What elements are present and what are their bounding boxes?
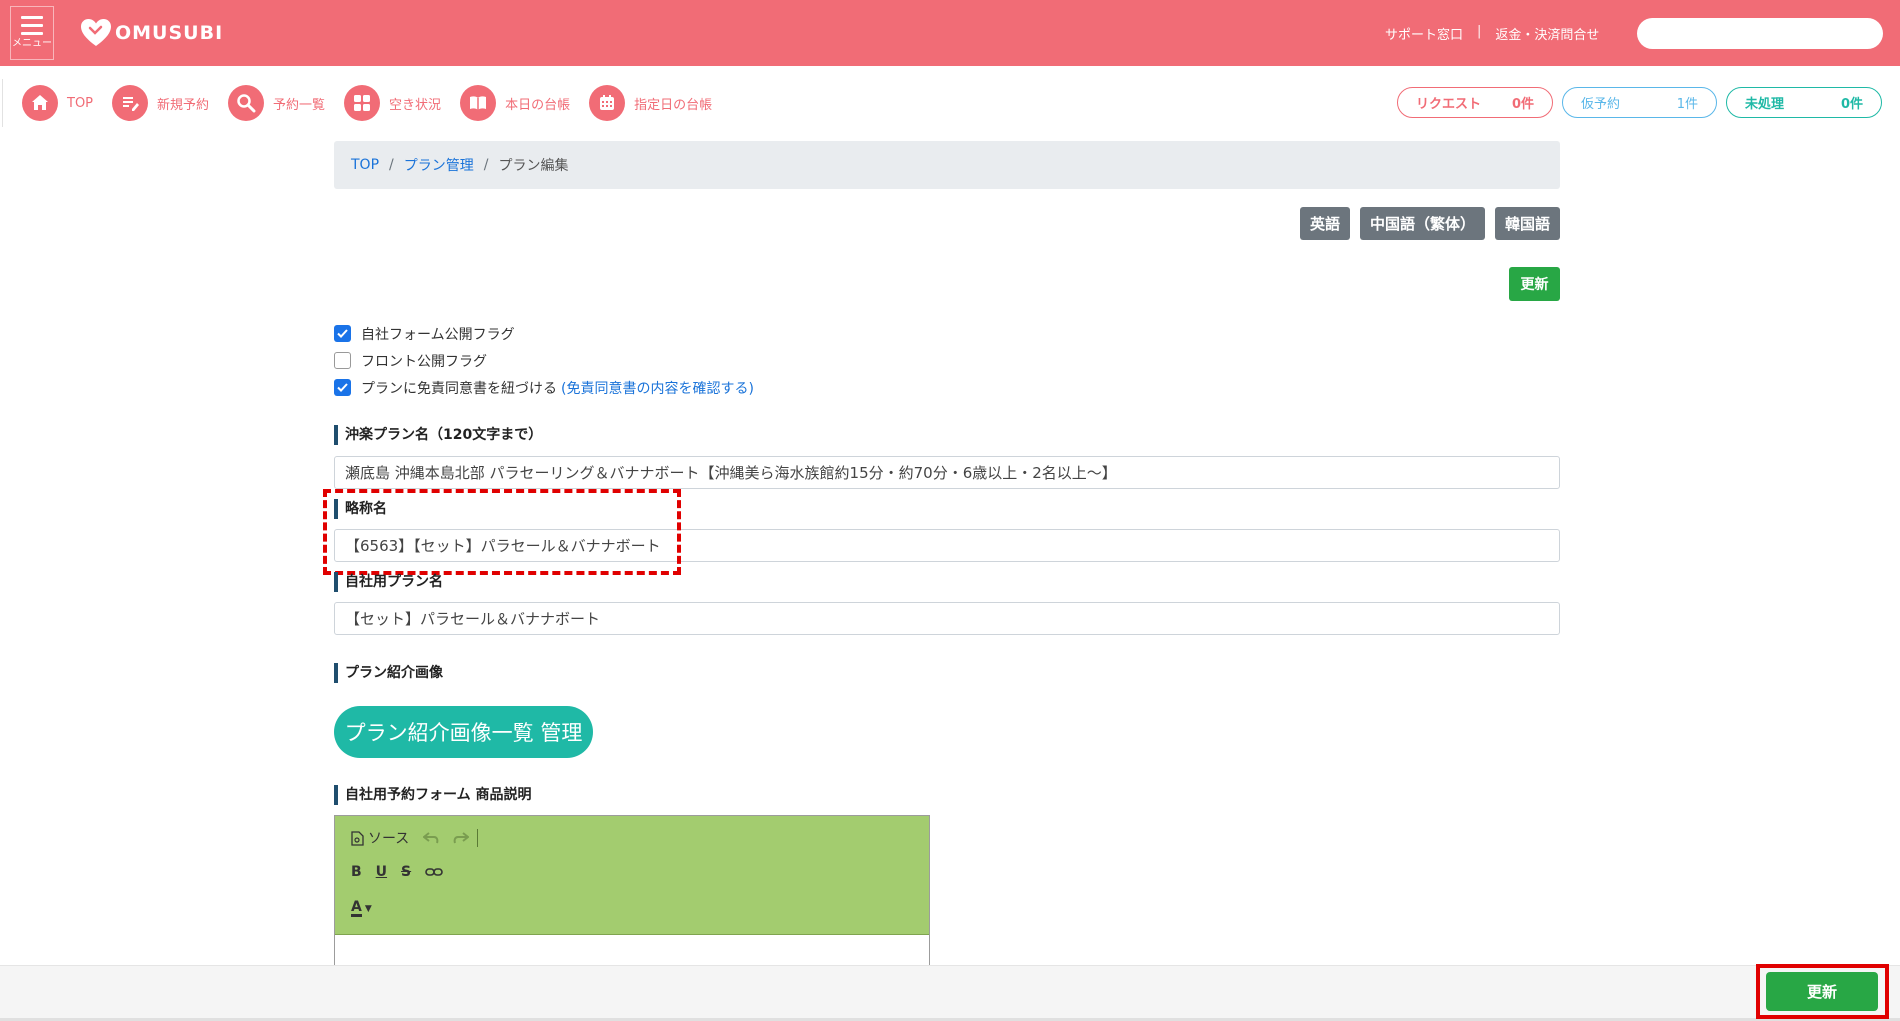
nav-item-new-reservation[interactable]: 新規予約 bbox=[112, 85, 209, 121]
short-name-label: 略称名 bbox=[334, 499, 387, 519]
breadcrumb-separator: / bbox=[389, 157, 394, 173]
provisional-count: 1件 bbox=[1676, 97, 1698, 112]
link-icon[interactable] bbox=[425, 867, 443, 877]
breadcrumb-top[interactable]: TOP bbox=[351, 157, 379, 173]
home-icon bbox=[22, 85, 58, 121]
front-public-flag[interactable]: フロント公開フラグ bbox=[334, 347, 754, 374]
provisional-pill[interactable]: 仮予約 1件 bbox=[1562, 87, 1717, 118]
nav-label-top: TOP bbox=[67, 95, 94, 111]
header-search-input[interactable] bbox=[1637, 18, 1883, 49]
nav-label-reservation-list: 予約一覧 bbox=[273, 97, 326, 113]
image-list-manage-button[interactable]: プラン紹介画像一覧 管理 bbox=[334, 706, 593, 758]
main-nav: TOP 新規予約 予約一覧 空き状況 本日の台帳 指定日の台帳 bbox=[22, 85, 731, 121]
plan-name-input[interactable]: 瀬底島 沖縄本島北部 パラセーリング＆バナナボート【沖縄美ら海水族館約15分・約… bbox=[334, 456, 1560, 489]
search-icon bbox=[228, 85, 265, 121]
checkbox-label: フロント公開フラグ bbox=[361, 353, 487, 370]
checkbox-unchecked-icon[interactable] bbox=[334, 352, 351, 369]
checkbox-label: 自社フォーム公開フラグ bbox=[361, 326, 515, 343]
refund-link[interactable]: 返金・決済問合せ bbox=[1495, 24, 1599, 43]
update-button-top[interactable]: 更新 bbox=[1509, 267, 1560, 301]
new-reservation-icon bbox=[112, 85, 149, 121]
book-icon bbox=[460, 85, 497, 121]
update-button-bottom[interactable]: 更新 bbox=[1766, 972, 1878, 1011]
source-label: ソース bbox=[368, 831, 410, 847]
breadcrumb-current: プラン編集 bbox=[498, 158, 569, 174]
nav-item-top[interactable]: TOP bbox=[22, 85, 93, 121]
menu-label: メニュー bbox=[12, 38, 52, 49]
plan-name-label: 沖楽プラン名（120文字まで） bbox=[334, 425, 542, 445]
waiver-link-flag[interactable]: プランに免責同意書を紐づける (免責同意書の内容を確認する) bbox=[334, 374, 754, 401]
source-button[interactable]: ソース bbox=[351, 828, 409, 848]
redo-icon[interactable] bbox=[453, 832, 470, 844]
rich-text-editor: ソース B U S A ▼ bbox=[334, 815, 930, 965]
bold-button[interactable]: B bbox=[351, 864, 362, 880]
breadcrumb: TOP / プラン管理 / プラン編集 bbox=[334, 141, 1560, 189]
plan-image-label: プラン紹介画像 bbox=[334, 663, 443, 683]
breadcrumb-plan-management[interactable]: プラン管理 bbox=[404, 155, 474, 175]
nav-item-reservation-list[interactable]: 予約一覧 bbox=[228, 85, 325, 121]
english-button[interactable]: 英語 bbox=[1299, 207, 1350, 240]
top-header: メニュー OMUSUBI サポート窓口 | 返金・決済問合せ bbox=[0, 0, 1900, 66]
breadcrumb-separator: / bbox=[483, 157, 489, 173]
description-label: 自社用予約フォーム 商品説明 bbox=[334, 785, 531, 805]
nav-item-date-ledger[interactable]: 指定日の台帳 bbox=[589, 85, 712, 121]
font-color-button[interactable]: A ▼ bbox=[351, 900, 372, 917]
own-plan-name-input[interactable]: 【セット】パラセール＆バナナボート bbox=[334, 602, 1560, 635]
source-icon bbox=[351, 830, 364, 846]
unprocessed-label: 未処理 bbox=[1745, 97, 1785, 112]
toolbar-divider bbox=[477, 829, 479, 847]
calendar-icon bbox=[589, 85, 626, 121]
status-pills: リクエスト 0件 仮予約 1件 未処理 0件 bbox=[1397, 87, 1882, 118]
unprocessed-pill[interactable]: 未処理 0件 bbox=[1726, 87, 1882, 118]
hamburger-icon bbox=[21, 16, 43, 35]
omusubi-logo[interactable]: OMUSUBI bbox=[80, 18, 223, 48]
flag-checkboxes: 自社フォーム公開フラグ フロント公開フラグ プランに免責同意書を紐づける (免責… bbox=[334, 320, 754, 401]
provisional-label: 仮予約 bbox=[1581, 97, 1621, 112]
chevron-down-icon: ▼ bbox=[364, 903, 372, 914]
korean-button[interactable]: 韓国語 bbox=[1494, 207, 1560, 240]
checkbox-checked-icon[interactable] bbox=[334, 325, 351, 342]
checkbox-checked-icon[interactable] bbox=[334, 379, 351, 396]
font-color-label: A bbox=[351, 899, 362, 917]
nav-label-availability: 空き状況 bbox=[389, 97, 442, 113]
menu-button[interactable]: メニュー bbox=[10, 6, 54, 60]
editor-body[interactable] bbox=[335, 935, 929, 965]
nav-divider bbox=[2, 79, 3, 127]
link-separator: | bbox=[1477, 24, 1482, 39]
waiver-confirm-link[interactable]: (免責同意書の内容を確認する) bbox=[561, 378, 754, 398]
request-count: 0件 bbox=[1511, 97, 1534, 112]
undo-icon[interactable] bbox=[423, 832, 439, 844]
request-label: リクエスト bbox=[1416, 97, 1482, 112]
nav-item-availability[interactable]: 空き状況 bbox=[344, 85, 441, 121]
support-link[interactable]: サポート窓口 bbox=[1385, 24, 1463, 43]
request-pill[interactable]: リクエスト 0件 bbox=[1397, 87, 1553, 118]
nav-label-today-ledger: 本日の台帳 bbox=[505, 97, 571, 113]
own-form-public-flag[interactable]: 自社フォーム公開フラグ bbox=[334, 320, 754, 347]
logo-text: OMUSUBI bbox=[115, 22, 224, 44]
underline-button[interactable]: U bbox=[376, 864, 387, 880]
checkbox-label: プランに免責同意書を紐づける bbox=[361, 380, 557, 397]
nav-item-today-ledger[interactable]: 本日の台帳 bbox=[460, 85, 570, 121]
unprocessed-count: 0件 bbox=[1840, 97, 1863, 112]
footer-bar bbox=[0, 965, 1900, 1021]
nav-label-new-reservation: 新規予約 bbox=[157, 97, 210, 113]
editor-toolbar: ソース B U S A ▼ bbox=[335, 816, 929, 935]
heart-logo-icon bbox=[81, 19, 111, 46]
own-plan-name-label: 自社用プラン名 bbox=[334, 572, 443, 592]
language-buttons: 英語 中国語（繁体） 韓国語 bbox=[1299, 207, 1560, 240]
strikethrough-button[interactable]: S bbox=[401, 864, 411, 880]
nav-label-date-ledger: 指定日の台帳 bbox=[634, 97, 713, 113]
grid-icon bbox=[344, 85, 381, 121]
chinese-traditional-button[interactable]: 中国語（繁体） bbox=[1359, 207, 1485, 240]
short-name-input[interactable]: 【6563】【セット】パラセール＆バナナボート bbox=[334, 529, 1560, 562]
